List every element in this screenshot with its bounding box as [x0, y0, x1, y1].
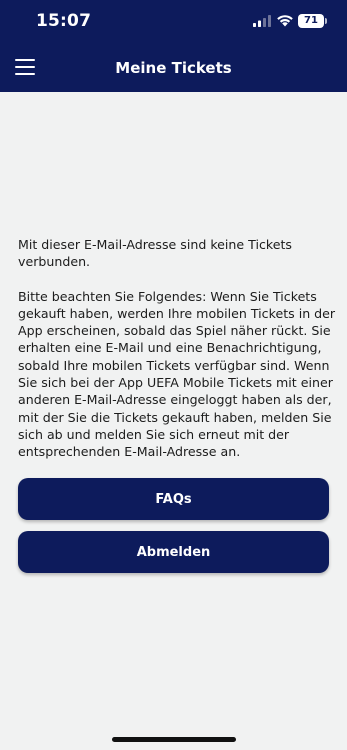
- app-screen: 15:07 71 Meine Tickets Mit dieser E-Mail: [0, 0, 347, 750]
- no-tickets-message: Mit dieser E-Mail-Adresse sind keine Tic…: [18, 236, 336, 461]
- battery-tip: [325, 18, 327, 24]
- signal-icon: [253, 15, 271, 27]
- page-title: Meine Tickets: [115, 59, 232, 77]
- faq-button[interactable]: FAQs: [18, 478, 329, 520]
- wifi-icon: [277, 15, 293, 27]
- home-indicator[interactable]: [112, 737, 236, 742]
- app-header: 15:07 71 Meine Tickets: [0, 0, 347, 92]
- tickets-info-text: Bitte beachten Sie Folgendes: Wenn Sie T…: [18, 288, 336, 460]
- status-bar: 15:07 71: [0, 0, 347, 44]
- logout-button[interactable]: Abmelden: [18, 531, 329, 573]
- status-time: 15:07: [36, 11, 92, 31]
- no-tickets-notice: Mit dieser E-Mail-Adresse sind keine Tic…: [18, 237, 292, 270]
- battery-icon: 71: [298, 14, 324, 28]
